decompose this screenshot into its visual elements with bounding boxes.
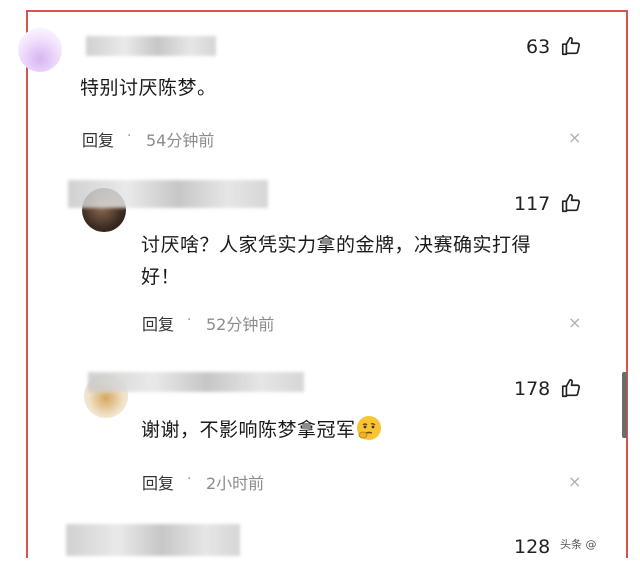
separator-dot: · <box>187 312 192 328</box>
like-count: 178 <box>514 378 551 400</box>
comment-text: 谢谢，不影响陈梦拿冠军 <box>141 414 382 446</box>
username-blurred[interactable] <box>66 524 240 556</box>
like-count: 128 <box>514 536 551 558</box>
username-blurred[interactable] <box>68 180 268 208</box>
reply-button[interactable]: 回复 <box>142 470 174 494</box>
like-count: 117 <box>514 193 551 215</box>
close-icon[interactable]: × <box>568 313 581 332</box>
reply-button[interactable]: 回复 <box>82 127 114 151</box>
comment-text-line: 好！ <box>141 266 181 288</box>
like-count: 63 <box>526 36 551 58</box>
username-blurred[interactable] <box>88 372 304 392</box>
thumbs-up-icon[interactable] <box>560 35 582 57</box>
comment-time: 54分钟前 <box>146 131 215 150</box>
comment-text: 特别讨厌陈梦。 <box>80 77 217 99</box>
watermark: 头条 @ <box>560 538 597 551</box>
comment-text-line: 讨厌啥？人家凭实力拿的金牌，决赛确实打得 <box>141 234 532 256</box>
comment-time: 52分钟前 <box>206 315 275 334</box>
separator-dot: · <box>127 128 132 144</box>
scrollbar[interactable] <box>622 372 627 438</box>
close-icon[interactable]: × <box>568 128 581 147</box>
close-icon[interactable]: × <box>568 472 581 491</box>
reply-button[interactable]: 回复 <box>142 311 174 335</box>
thumbs-up-icon[interactable] <box>560 377 582 399</box>
comment-time: 2小时前 <box>206 474 265 493</box>
avatar[interactable] <box>18 28 62 72</box>
thinking-face-emoji-icon <box>356 416 381 440</box>
separator-dot: · <box>187 471 192 487</box>
username-blurred[interactable] <box>86 36 216 56</box>
comment-text-content: 谢谢，不影响陈梦拿冠军 <box>141 419 356 441</box>
thumbs-up-icon[interactable] <box>560 192 582 214</box>
